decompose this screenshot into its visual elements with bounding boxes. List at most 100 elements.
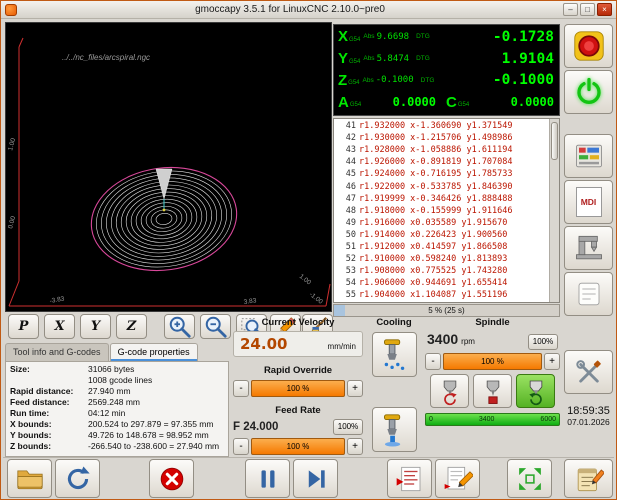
gcode-line[interactable]: 41r1.932000 x-1.360690 y1.371549	[334, 120, 549, 132]
dro-axis-y[interactable]: Y G54 Abs 5.8474 DTG 1.9104	[338, 48, 554, 70]
rapid-override-slider[interactable]: 100 %	[251, 380, 345, 397]
tool-page-button[interactable]	[564, 226, 613, 270]
dtg-label: DTG	[416, 33, 430, 40]
zoom-in-button[interactable]	[164, 314, 195, 339]
cooling-title: Cooling	[367, 317, 421, 329]
offset-page-button[interactable]	[564, 272, 613, 316]
rel-value: -0.1728	[493, 29, 554, 45]
abs-label: Abs	[363, 33, 374, 40]
tab-gcode-properties[interactable]: G-code properties	[110, 343, 198, 361]
property-row: Run time:04:12 min	[10, 408, 224, 419]
property-row: Y bounds:49.726 to 148.678 = 98.952 mm	[10, 430, 224, 441]
gmoccapy-window: gmoccapy 3.5.1 for LinuxCNC 2.10.0~pre0 …	[0, 0, 617, 500]
minimize-button[interactable]: –	[563, 3, 578, 16]
gcode-line[interactable]: 45r1.924000 x-0.716195 y1.785733	[334, 168, 549, 180]
view-z-button[interactable]: Z	[116, 314, 147, 339]
loaded-file-path: ../../nc_files/arcspiral.ngc	[62, 53, 150, 62]
svg-text:-3.83: -3.83	[49, 295, 65, 305]
flood-button[interactable]	[372, 407, 417, 452]
offset-page-icon	[574, 279, 604, 309]
stop-program-button[interactable]	[149, 459, 194, 498]
view-x-button[interactable]: X	[44, 314, 75, 339]
mist-button[interactable]	[372, 332, 417, 377]
dro-axis-ac[interactable]: A G54 0.0000 C G54 0.0000	[338, 91, 554, 113]
gcode-scrollbar[interactable]	[549, 119, 559, 302]
tools-settings-button[interactable]	[564, 350, 613, 394]
feed-override-slider[interactable]: 100 %	[251, 438, 345, 455]
gcode-progressbar: 5 % (25 s)	[333, 304, 560, 317]
close-button[interactable]: ×	[597, 3, 612, 16]
axis-dimension-labels: 1.00 0.00 -3.83 3.83 1.00 -1.00	[7, 137, 324, 306]
rapid-plus-button[interactable]: +	[347, 380, 363, 397]
fullscreen-button[interactable]	[507, 459, 552, 498]
view-y-button[interactable]: Y	[80, 314, 111, 339]
settings-button[interactable]	[564, 134, 613, 178]
tab-tool-info[interactable]: Tool info and G-codes	[5, 343, 109, 361]
feed-rate-frame: Feed Rate F 24.000 100% - 100 % +	[233, 405, 363, 455]
abs-label: Abs	[363, 77, 374, 84]
open-file-button[interactable]	[7, 459, 52, 498]
gcode-line[interactable]: 48r1.918000 x-0.155999 y1.911646	[334, 205, 549, 217]
feed-plus-button[interactable]: +	[347, 438, 363, 455]
view-perspective-button[interactable]: P	[8, 314, 39, 339]
folder-icon	[15, 466, 45, 492]
feed-rate-title: Feed Rate	[233, 405, 363, 417]
spindle-reset-button[interactable]: 100%	[528, 334, 558, 350]
gcode-line[interactable]: 53r1.908000 x0.775525 y1.743280	[334, 265, 549, 277]
machine-on-button[interactable]	[564, 70, 613, 114]
zoom-out-button[interactable]	[200, 314, 231, 339]
maximize-button[interactable]: □	[580, 3, 595, 16]
step-program-button[interactable]	[293, 459, 338, 498]
gcode-line[interactable]: 46r1.922000 x-0.533785 y1.846390	[334, 180, 549, 192]
spindle-plus-button[interactable]: +	[544, 353, 560, 370]
spindle-override-slider[interactable]: 100 %	[443, 353, 542, 370]
cooling-frame: Cooling	[367, 317, 421, 457]
gremlin-preview[interactable]: ../../nc_files/arcspiral.ngc 1.00 0.00 -…	[5, 22, 332, 312]
pause-program-button[interactable]	[245, 459, 290, 498]
reload-icon	[64, 465, 92, 493]
titlebar[interactable]: gmoccapy 3.5.1 for LinuxCNC 2.10.0~pre0 …	[1, 1, 616, 19]
gcode-line[interactable]: 55r1.904000 x1.104087 y1.551196	[334, 289, 549, 301]
svg-text:1.00: 1.00	[7, 137, 17, 151]
spindle-minus-button[interactable]: -	[425, 353, 441, 370]
abs-value: -0.1000	[376, 75, 414, 85]
dro-panel: X G54 Abs 9.6698 DTG -0.1728 Y G54 Abs 5…	[333, 24, 560, 116]
gcode-line[interactable]: 52r1.910000 x0.598240 y1.813893	[334, 253, 549, 265]
spindle-right-button[interactable]	[516, 374, 555, 408]
gcode-line[interactable]: 43r1.928000 x-1.058886 y1.611194	[334, 144, 549, 156]
estop-button[interactable]	[564, 24, 613, 68]
edit-mode-button[interactable]	[564, 459, 613, 498]
spindle-bar-max: 6000	[540, 416, 556, 423]
rapid-minus-button[interactable]: -	[233, 380, 249, 397]
spindle-stop-button[interactable]	[473, 374, 512, 408]
gcode-line[interactable]: 50r1.914000 x0.226423 y1.900560	[334, 229, 549, 241]
current-velocity-unit: mm/min	[328, 342, 356, 351]
tool-cone-icon	[156, 169, 172, 211]
rel-value: 0.0000	[393, 95, 446, 109]
mdi-button[interactable]: MDI	[564, 180, 613, 224]
rel-value: 1.9104	[502, 51, 554, 67]
axis-letter: C	[446, 95, 457, 110]
feed-minus-button[interactable]: -	[233, 438, 249, 455]
settings-icon	[574, 141, 604, 171]
gcode-line[interactable]: 49r1.916000 x0.035589 y1.915670	[334, 217, 549, 229]
gcode-line[interactable]: 44r1.926000 x-0.891819 y1.707084	[334, 156, 549, 168]
gcode-line[interactable]: 51r1.912000 x0.414597 y1.866508	[334, 241, 549, 253]
clock-time: 18:59:35	[561, 405, 616, 417]
toolbar-separator	[3, 457, 614, 458]
window-controls: – □ ×	[563, 3, 612, 16]
dro-axis-z[interactable]: Z G54 Abs -0.1000 DTG -0.1000	[338, 70, 554, 92]
edit-gcode-button[interactable]	[435, 459, 480, 498]
reload-file-button[interactable]	[55, 459, 100, 498]
run-from-line-button[interactable]	[387, 459, 432, 498]
scrollbar-thumb[interactable]	[551, 122, 558, 160]
dro-axis-x[interactable]: X G54 Abs 9.6698 DTG -0.1728	[338, 26, 554, 48]
run-from-line-icon	[395, 464, 425, 494]
gcode-line[interactable]: 42r1.930000 x-1.215706 y1.498986	[334, 132, 549, 144]
gcode-list[interactable]: 41r1.932000 x-1.360690 y1.37154942r1.930…	[334, 119, 549, 302]
gcode-line[interactable]: 54r1.906000 x0.944691 y1.655414	[334, 277, 549, 289]
spindle-left-button[interactable]	[430, 374, 469, 408]
feed-reset-button[interactable]: 100%	[333, 419, 363, 435]
abs-value: 5.8474	[377, 54, 410, 64]
gcode-line[interactable]: 47r1.919999 x-0.346426 y1.888488	[334, 193, 549, 205]
